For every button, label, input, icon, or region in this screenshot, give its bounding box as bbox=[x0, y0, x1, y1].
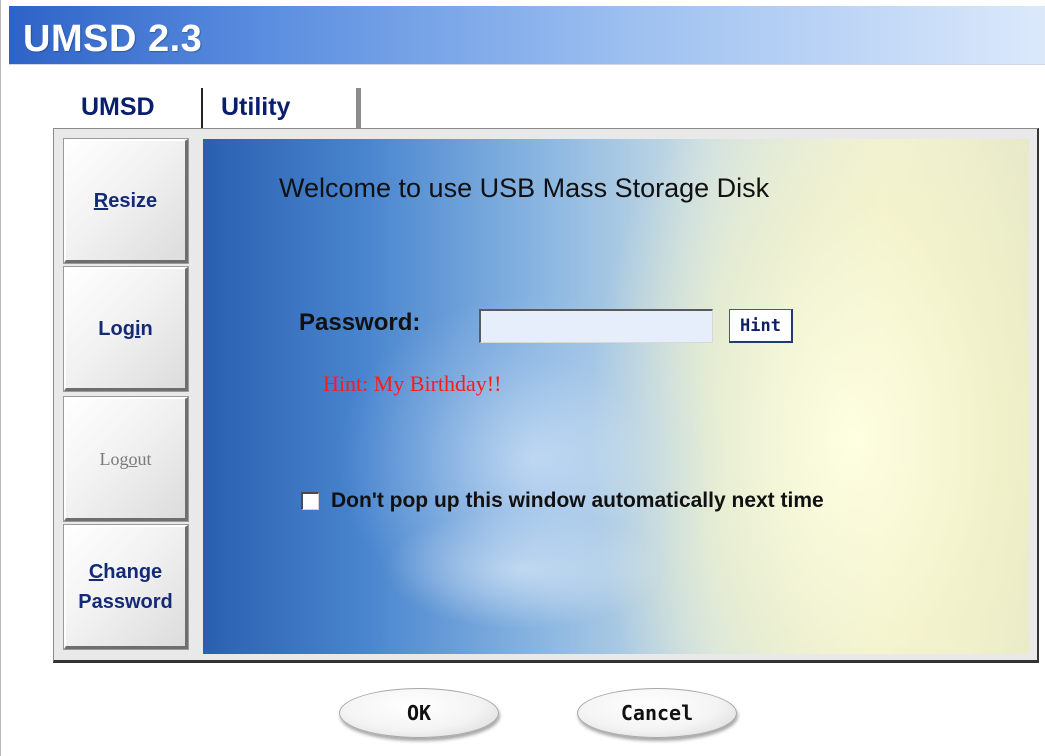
login-label-after: n bbox=[140, 317, 153, 340]
password-label: Password: bbox=[299, 309, 421, 336]
tab-umsd[interactable]: UMSD bbox=[55, 88, 201, 128]
auto-popup-checkbox-label[interactable]: Don't pop up this window automatically n… bbox=[331, 489, 824, 513]
title-bar: UMSD 2.3 bbox=[9, 6, 1045, 64]
welcome-heading: Welcome to use USB Mass Storage Disk bbox=[279, 173, 770, 203]
window-title: UMSD 2.3 bbox=[23, 18, 203, 60]
hint-button[interactable]: Hint bbox=[729, 309, 793, 343]
logout-button: Logout bbox=[63, 396, 189, 522]
umsd-window: UMSD 2.3 UMSD Utility Resize Login Logou… bbox=[0, 0, 1045, 756]
change-label-rest: hange bbox=[103, 560, 163, 583]
login-label-before: Log bbox=[98, 317, 135, 340]
resize-button[interactable]: Resize bbox=[63, 138, 189, 264]
change-mnemonic: C bbox=[88, 560, 104, 583]
title-divider bbox=[9, 64, 1045, 65]
tab-utility[interactable]: Utility bbox=[201, 88, 361, 128]
password-hint-text: Hint: My Birthday!! bbox=[323, 371, 502, 396]
auto-popup-checkbox[interactable] bbox=[301, 492, 319, 510]
logout-label-after: ut bbox=[137, 448, 152, 469]
change-label-line2: Password bbox=[78, 590, 173, 613]
auto-popup-checkbox-row[interactable]: Don't pop up this window automatically n… bbox=[301, 489, 824, 513]
change-password-button[interactable]: Change Password bbox=[63, 524, 189, 650]
resize-label-rest: esize bbox=[108, 189, 158, 212]
login-content-area: Welcome to use USB Mass Storage Disk Pas… bbox=[203, 139, 1029, 654]
resize-mnemonic: R bbox=[93, 189, 109, 212]
logout-label-before: Log bbox=[99, 448, 129, 469]
cancel-button[interactable]: Cancel bbox=[577, 688, 737, 738]
login-button[interactable]: Login bbox=[63, 266, 189, 392]
password-input[interactable] bbox=[479, 309, 713, 343]
ok-button[interactable]: OK bbox=[339, 688, 499, 738]
